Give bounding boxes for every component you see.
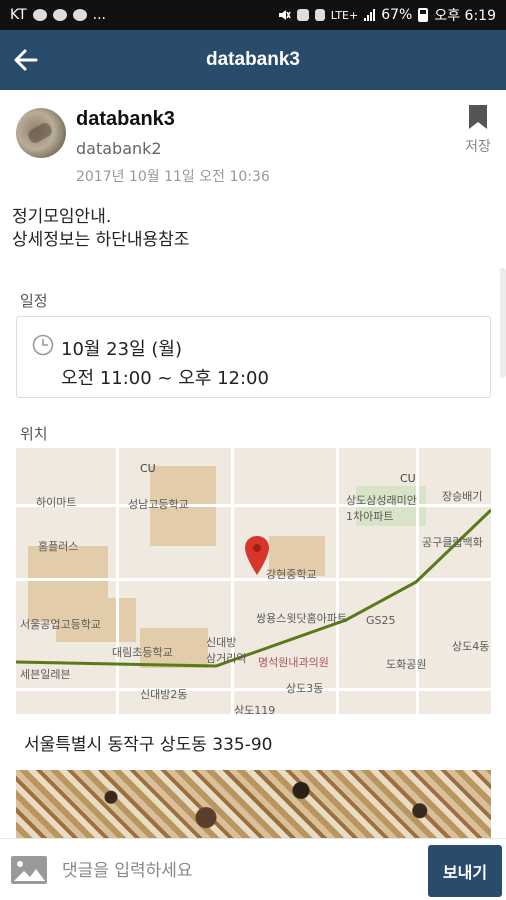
group-name: databank2	[76, 139, 162, 158]
map-label: 서울공업고등학교	[20, 618, 101, 631]
map-label: 강현중학교	[266, 568, 317, 581]
map-label: GS25	[366, 614, 396, 627]
scrollbar[interactable]	[500, 268, 506, 378]
mute-icon	[278, 10, 291, 20]
map-label: 공구클럽백화	[422, 536, 483, 549]
battery-icon	[418, 8, 429, 22]
talk-icon	[72, 9, 87, 21]
schedule-label: 일정	[20, 292, 48, 310]
save-label: 저장	[465, 139, 491, 155]
bookmark-icon	[469, 105, 487, 129]
schedule-time: 오전 11:00 ~ 오후 12:00	[61, 368, 269, 389]
signal-icon	[364, 9, 376, 21]
clock-icon	[32, 334, 54, 356]
clock-time: 오후 6:19	[434, 8, 496, 24]
location-map[interactable]: CU CU 하이마트 성남고등학교 상도삼성래미안 1차아파트 장승배기 홈플러…	[16, 448, 491, 714]
save-button[interactable]: 저장	[458, 104, 498, 156]
nfc-icon	[296, 9, 309, 21]
map-label: 상도4동	[452, 640, 490, 653]
app-bar: databank3	[0, 30, 506, 90]
page-title: databank3	[206, 49, 300, 70]
network-label: LTE+	[330, 8, 359, 22]
vibrate-icon	[314, 9, 325, 21]
battery-percent: 67%	[381, 7, 413, 23]
map-label: 상도3동	[286, 682, 324, 695]
subway-line	[16, 508, 491, 668]
map-label: CU	[140, 462, 156, 475]
map-label: 상도삼성래미안 1차아파트	[346, 494, 417, 523]
map-label: CU	[400, 472, 416, 485]
map-label: 홈플러스	[38, 540, 79, 553]
status-bar: KT ... LTE+ 67% 오후 6:19	[0, 0, 506, 30]
post-body: 정기모임안내. 상세정보는 하단내용참조	[12, 206, 189, 252]
back-arrow-icon[interactable]	[10, 44, 42, 76]
map-label: 대림초등학교	[112, 646, 173, 659]
comment-input[interactable]	[62, 853, 414, 889]
post-body-line: 정기모임안내.	[12, 207, 112, 227]
map-label: 쌍용스윗닷홈아파트	[256, 612, 348, 625]
map-label: 상도119	[234, 704, 276, 714]
map-label: 명석원내과의원	[258, 656, 329, 669]
avatar[interactable]	[16, 108, 66, 158]
author-name[interactable]: databank3	[76, 108, 175, 131]
post-photo[interactable]	[16, 770, 491, 838]
chat-icon	[52, 9, 67, 21]
schedule-date: 10월 23일 (월)	[61, 339, 182, 360]
map-label: 도화공원	[386, 658, 427, 671]
schedule-card[interactable]: 10월 23일 (월) 오전 11:00 ~ 오후 12:00	[16, 316, 491, 398]
address-text: 서울특별시 동작구 상도동 335-90	[24, 735, 273, 755]
post-body-line: 상세정보는 하단내용참조	[12, 230, 190, 250]
image-attach-icon[interactable]	[10, 855, 48, 885]
map-label: 신대방2동	[140, 688, 188, 701]
map-label: 신대방 삼거리역	[206, 636, 247, 665]
send-button[interactable]: 보내기	[428, 845, 502, 897]
more-notifications: ...	[92, 7, 107, 23]
map-label: 하이마트	[36, 496, 77, 509]
map-label: 성남고등학교	[128, 498, 189, 511]
post-date: 2017년 10월 11일 오전 10:36	[76, 169, 270, 185]
map-label: 세븐일레븐	[20, 668, 71, 681]
location-label: 위치	[20, 425, 48, 443]
carrier-label: KT	[10, 7, 27, 23]
map-label: 장승배기	[442, 490, 483, 503]
record-icon	[32, 9, 47, 21]
map-pin-icon	[245, 536, 269, 575]
